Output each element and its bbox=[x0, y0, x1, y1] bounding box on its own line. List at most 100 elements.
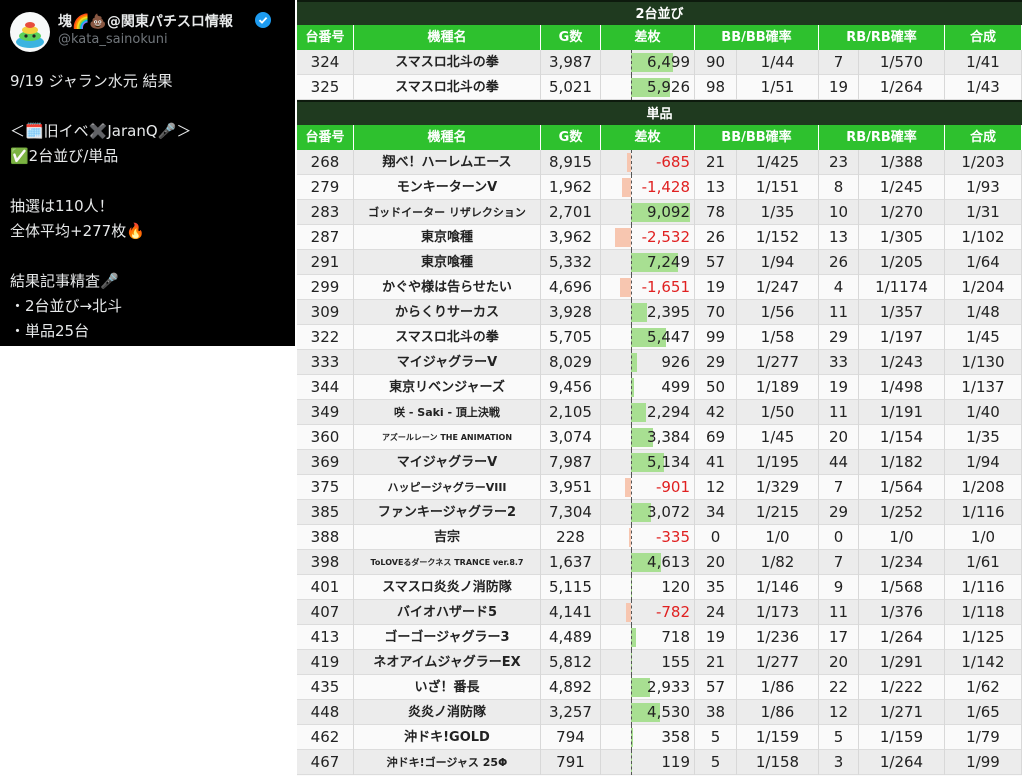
cell-rb-rate: 1/264 bbox=[859, 750, 945, 775]
column-header-rb[interactable]: RB/RB確率 bbox=[819, 125, 945, 150]
cell-name: スマスロ北斗の拳 bbox=[354, 50, 541, 75]
cell-no: 385 bbox=[297, 500, 354, 525]
table-row[interactable]: 375 ハッピージャグラーVIII 3,951 -901 12 1/329 7 1/564 1/… bbox=[297, 475, 1022, 500]
diff-value: 2,933 bbox=[647, 678, 690, 696]
cell-bb: 70 bbox=[695, 300, 737, 325]
cell-rb: 4 bbox=[819, 275, 859, 300]
diff-value: 499 bbox=[661, 378, 690, 396]
avatar[interactable] bbox=[10, 12, 50, 52]
cell-bb: 19 bbox=[695, 625, 737, 650]
header-row: 台番号 機種名 G数 差枚 BB/BB確率 RB/RB確率 合成 bbox=[297, 25, 1022, 50]
cell-g: 3,962 bbox=[541, 225, 601, 250]
cell-bb-rate: 1/425 bbox=[737, 150, 819, 175]
table-row[interactable]: 435 いざ！番長 4,892 2,933 57 1/86 22 1/222 1/62 bbox=[297, 675, 1022, 700]
table-row[interactable]: 369 マイジャグラーV 7,987 5,134 41 1/195 44 1/182 1/94 bbox=[297, 450, 1022, 475]
column-header-total[interactable]: 合成 bbox=[945, 25, 1022, 50]
table-row[interactable]: 398 ToLOVEるダークネス TRANCE ver.8.7 1,637 4,613… bbox=[297, 550, 1022, 575]
table-row[interactable]: 385 ファンキージャグラー2 7,304 3,072 34 1/215 29 1/252 1/… bbox=[297, 500, 1022, 525]
cell-no: 333 bbox=[297, 350, 354, 375]
table-row[interactable]: 322 スマスロ北斗の拳 5,705 5,447 99 1/58 29 1/197 1/45 bbox=[297, 325, 1022, 350]
cell-rb-rate: 1/0 bbox=[859, 525, 945, 550]
author-handle[interactable]: @kata_sainokuni bbox=[58, 32, 168, 47]
table-row[interactable]: 413 ゴーゴージャグラー3 4,489 718 19 1/236 17 1/264 1/125 bbox=[297, 625, 1022, 650]
cell-total: 1/48 bbox=[945, 300, 1022, 325]
table-row[interactable]: 448 炎炎ノ消防隊 3,257 4,530 38 1/86 12 1/271 1/65 bbox=[297, 700, 1022, 725]
table-row[interactable]: 419 ネオアイムジャグラーEX 5,812 155 21 1/277 20 1/291 1/1… bbox=[297, 650, 1022, 675]
diff-value: -782 bbox=[655, 603, 690, 621]
cell-total: 1/40 bbox=[945, 400, 1022, 425]
column-header-diff[interactable]: 差枚 bbox=[601, 125, 695, 150]
column-header-name[interactable]: 機種名 bbox=[354, 25, 541, 50]
table-row[interactable]: 279 モンキーターンV 1,962 -1,428 13 1/151 8 1/245 1/93 bbox=[297, 175, 1022, 200]
table-row[interactable]: 360 アズールレーン THE ANIMATION 3,074 3,384 69 1/45… bbox=[297, 425, 1022, 450]
table-row[interactable]: 325 スマスロ北斗の拳 5,021 5,926 98 1/51 19 1/264 1/43 bbox=[297, 75, 1022, 100]
cell-no: 324 bbox=[297, 50, 354, 75]
cell-no: 398 bbox=[297, 550, 354, 575]
table-row[interactable]: 388 吉宗 228 -335 0 1/0 0 1/0 1/0 bbox=[297, 525, 1022, 550]
cell-name: ファンキージャグラー2 bbox=[354, 500, 541, 525]
cell-bb-rate: 1/86 bbox=[737, 700, 819, 725]
table-row[interactable]: 291 東京喰種 5,332 7,249 57 1/94 26 1/205 1/64 bbox=[297, 250, 1022, 275]
cell-g: 5,332 bbox=[541, 250, 601, 275]
zero-line bbox=[631, 200, 632, 225]
cell-bb-rate: 1/277 bbox=[737, 650, 819, 675]
cell-g: 3,928 bbox=[541, 300, 601, 325]
cell-g: 3,987 bbox=[541, 50, 601, 75]
author-name[interactable]: 塊🌈💩@関東パチスロ情報 bbox=[58, 11, 233, 31]
cell-diff: 3,384 bbox=[601, 425, 695, 450]
column-header-g[interactable]: G数 bbox=[541, 125, 601, 150]
table-row[interactable]: 467 沖ドキ!ゴージャス 25Φ 791 119 5 1/158 3 1/264 1/99 bbox=[297, 750, 1022, 775]
cell-total: 1/65 bbox=[945, 700, 1022, 725]
cell-total: 1/31 bbox=[945, 200, 1022, 225]
cell-rb-rate: 1/159 bbox=[859, 725, 945, 750]
cell-diff: 155 bbox=[601, 650, 695, 675]
cell-g: 2,701 bbox=[541, 200, 601, 225]
column-header-total[interactable]: 合成 bbox=[945, 125, 1022, 150]
cell-bb-rate: 1/44 bbox=[737, 50, 819, 75]
column-header-g[interactable]: G数 bbox=[541, 25, 601, 50]
diff-bar bbox=[621, 178, 631, 197]
table-row[interactable]: 349 咲 - Saki - 頂上決戦 2,105 2,294 42 1/50 11 1/19… bbox=[297, 400, 1022, 425]
column-header-bb[interactable]: BB/BB確率 bbox=[695, 25, 819, 50]
table-row[interactable]: 283 ゴッドイーター リザレクション 2,701 9,092 78 1/35 10 1/27… bbox=[297, 200, 1022, 225]
table-row[interactable]: 287 東京喰種 3,962 -2,532 26 1/152 13 1/305 1/102 bbox=[297, 225, 1022, 250]
table-row[interactable]: 401 スマスロ炎炎ノ消防隊 5,115 120 35 1/146 9 1/568 1/116 bbox=[297, 575, 1022, 600]
cell-no: 462 bbox=[297, 725, 354, 750]
column-header-name[interactable]: 機種名 bbox=[354, 125, 541, 150]
column-header-diff[interactable]: 差枚 bbox=[601, 25, 695, 50]
table-row[interactable]: 299 かぐや様は告らせたい 4,696 -1,651 19 1/247 4 1/1174 1/… bbox=[297, 275, 1022, 300]
cell-rb-rate: 1/388 bbox=[859, 150, 945, 175]
cell-total: 1/130 bbox=[945, 350, 1022, 375]
table-row[interactable]: 462 沖ドキ!GOLD 794 358 5 1/159 5 1/159 1/79 bbox=[297, 725, 1022, 750]
cell-rb: 33 bbox=[819, 350, 859, 375]
table-row[interactable]: 407 バイオハザード5 4,141 -782 24 1/173 11 1/376 1/118 bbox=[297, 600, 1022, 625]
cell-g: 5,705 bbox=[541, 325, 601, 350]
cell-bb-rate: 1/158 bbox=[737, 750, 819, 775]
cell-no: 467 bbox=[297, 750, 354, 775]
table-row[interactable]: 344 東京リベンジャーズ 9,456 499 50 1/189 19 1/498 1/137 bbox=[297, 375, 1022, 400]
zero-line bbox=[631, 150, 632, 175]
cell-no: 435 bbox=[297, 675, 354, 700]
cell-bb-rate: 1/277 bbox=[737, 350, 819, 375]
cell-rb: 19 bbox=[819, 375, 859, 400]
cell-no: 375 bbox=[297, 475, 354, 500]
column-header-bb[interactable]: BB/BB確率 bbox=[695, 125, 819, 150]
column-header-no[interactable]: 台番号 bbox=[297, 125, 354, 150]
table-row[interactable]: 268 翔べ！ハーレムエース 8,915 -685 21 1/425 23 1/388 1/20… bbox=[297, 150, 1022, 175]
column-header-rb[interactable]: RB/RB確率 bbox=[819, 25, 945, 50]
cell-diff: 2,294 bbox=[601, 400, 695, 425]
cell-total: 1/41 bbox=[945, 50, 1022, 75]
column-header-no[interactable]: 台番号 bbox=[297, 25, 354, 50]
cell-name: ハッピージャグラーVIII bbox=[354, 475, 541, 500]
header-row: 台番号 機種名 G数 差枚 BB/BB確率 RB/RB確率 合成 bbox=[297, 125, 1022, 150]
table-row[interactable]: 324 スマスロ北斗の拳 3,987 6,499 90 1/44 7 1/570 1/41 bbox=[297, 50, 1022, 75]
tweet-line: ＜🗓️旧イベ✖️JaranQ🎤＞ bbox=[10, 122, 192, 140]
cell-diff: 5,134 bbox=[601, 450, 695, 475]
cell-bb: 24 bbox=[695, 600, 737, 625]
cell-g: 5,812 bbox=[541, 650, 601, 675]
table-row[interactable]: 309 からくりサーカス 3,928 2,395 70 1/56 11 1/357 1/48 bbox=[297, 300, 1022, 325]
table-row[interactable]: 333 マイジャグラーV 8,029 926 29 1/277 33 1/243 1/130 bbox=[297, 350, 1022, 375]
cell-rb-rate: 1/197 bbox=[859, 325, 945, 350]
cell-rb: 8 bbox=[819, 175, 859, 200]
diff-value: 5,926 bbox=[647, 78, 690, 96]
